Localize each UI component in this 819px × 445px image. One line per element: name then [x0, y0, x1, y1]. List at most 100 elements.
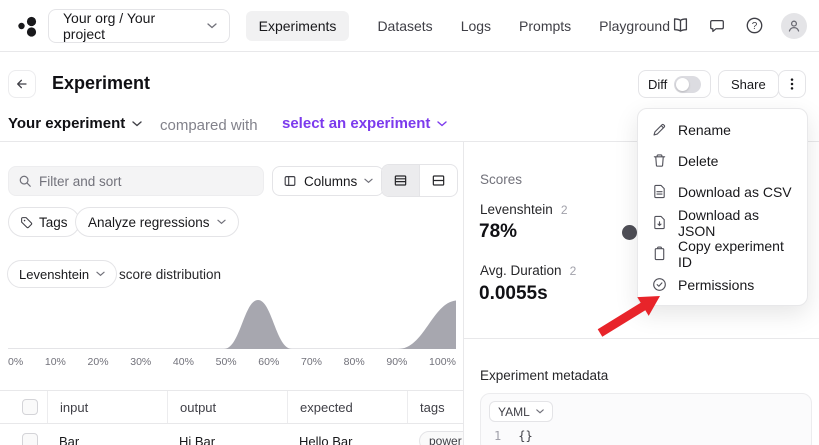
- x-tick: 80%: [343, 356, 365, 368]
- trash-icon: [652, 153, 667, 168]
- column-header-tags[interactable]: tags: [407, 391, 463, 423]
- top-nav: Your org / Your project Experiments Data…: [0, 0, 819, 52]
- feedback-button[interactable]: [707, 16, 727, 36]
- braintrust-logo-icon: [18, 16, 37, 37]
- table-row[interactable]: Bar Hi Bar Hello Bar power: [0, 424, 463, 445]
- tab-prompts[interactable]: Prompts: [519, 18, 571, 34]
- share-button[interactable]: Share: [718, 70, 779, 98]
- metric-avg-duration-value: 0.0055s: [479, 283, 548, 304]
- clipboard-icon: [652, 246, 667, 261]
- metadata-editor[interactable]: YAML 1 {}: [480, 393, 812, 445]
- metric-count-badge: 2: [569, 264, 577, 278]
- x-tick: 90%: [386, 356, 408, 368]
- menu-item-label: Download as JSON: [678, 206, 759, 239]
- experiment-selector-label: Your experiment: [8, 115, 126, 132]
- x-tick: 100%: [429, 356, 456, 368]
- x-tick: 20%: [87, 356, 109, 368]
- code-line: 1 {}: [489, 429, 803, 443]
- metric-count-badge: 2: [560, 203, 568, 217]
- diff-toggle-knob: [676, 77, 690, 91]
- chevron-down-icon: [206, 22, 217, 28]
- table-header-row: input output expected tags: [0, 391, 463, 423]
- select-all-checkbox[interactable]: [22, 399, 38, 415]
- chevron-down-icon: [132, 120, 142, 126]
- page-title: Experiment: [52, 73, 151, 93]
- cell-output[interactable]: Hi Bar: [167, 424, 287, 445]
- tag-icon: [21, 216, 33, 228]
- diff-toggle-track[interactable]: [674, 75, 701, 93]
- columns-button[interactable]: Columns: [272, 166, 385, 196]
- x-tick: 50%: [215, 356, 237, 368]
- menu-item-copy-experiment-id[interactable]: Copy experiment ID: [638, 237, 807, 270]
- tab-logs[interactable]: Logs: [461, 18, 491, 34]
- line-number: 1: [494, 429, 502, 443]
- project-switcher-label: Your org / Your project: [63, 9, 156, 42]
- tag-pill[interactable]: power: [419, 431, 463, 445]
- cell-expected[interactable]: Hello Bar: [287, 424, 407, 445]
- experiment-selector[interactable]: Your experiment: [8, 115, 142, 132]
- file-csv-icon: [652, 184, 667, 199]
- column-header-input[interactable]: input: [47, 391, 167, 423]
- menu-item-delete[interactable]: Delete: [638, 145, 807, 176]
- distribution-caption: score distribution: [119, 267, 222, 282]
- chat-icon: [710, 19, 724, 32]
- panel-divider: [463, 142, 464, 445]
- filter-search[interactable]: [8, 166, 264, 196]
- view-toggle-split[interactable]: [419, 165, 457, 196]
- diff-toggle[interactable]: Diff: [638, 70, 711, 98]
- book-open-icon: [673, 18, 687, 32]
- kebab-menu-button[interactable]: [778, 70, 806, 98]
- svg-text:?: ?: [751, 21, 757, 32]
- chevron-down-icon: [96, 271, 105, 277]
- comparison-experiment-selector[interactable]: select an experiment: [282, 115, 448, 132]
- back-button[interactable]: [8, 70, 36, 98]
- search-input[interactable]: [39, 173, 239, 189]
- experiment-actions-menu: Rename Delete Download as CSV Download a…: [637, 108, 808, 306]
- menu-item-permissions[interactable]: Permissions: [638, 269, 807, 300]
- distribution-area-icon: [224, 300, 456, 349]
- score-metric-select[interactable]: Levenshtein: [7, 260, 118, 288]
- menu-item-download-csv[interactable]: Download as CSV: [638, 176, 807, 207]
- help-button[interactable]: ?: [744, 16, 764, 36]
- column-header-output[interactable]: output: [167, 391, 287, 423]
- column-header-expected[interactable]: expected: [287, 391, 407, 423]
- x-tick: 60%: [258, 356, 280, 368]
- nav-tabs: Experiments Datasets Logs Prompts Playgr…: [245, 10, 670, 41]
- arrow-left-icon: [17, 79, 27, 89]
- cell-tags: power: [407, 424, 463, 445]
- docs-button[interactable]: [670, 16, 690, 36]
- cell-input[interactable]: Bar: [47, 424, 167, 445]
- results-panel: Columns Tags Analyze regressions Levensh…: [0, 142, 463, 445]
- x-tick: 70%: [300, 356, 322, 368]
- tab-datasets[interactable]: Datasets: [377, 18, 432, 34]
- pencil-icon: [652, 122, 667, 137]
- menu-item-rename[interactable]: Rename: [638, 114, 807, 145]
- x-axis-labels: 0% 10% 20% 30% 40% 50% 60% 70% 80% 90% 1…: [8, 356, 456, 368]
- tags-button[interactable]: Tags: [8, 207, 80, 237]
- chevron-down-icon: [216, 219, 226, 225]
- row-checkbox[interactable]: [22, 433, 38, 445]
- columns-icon: [284, 176, 296, 186]
- analyze-regressions-button[interactable]: Analyze regressions: [75, 207, 239, 237]
- menu-item-download-json[interactable]: Download as JSON: [638, 206, 807, 239]
- menu-item-label: Download as CSV: [678, 183, 792, 200]
- avatar[interactable]: [781, 12, 807, 39]
- metric-name-label: Levenshtein: [480, 202, 553, 217]
- tab-playground[interactable]: Playground: [599, 18, 670, 34]
- view-toggle-list[interactable]: [382, 165, 419, 196]
- diff-toggle-label: Diff: [648, 76, 668, 92]
- menu-item-label: Copy experiment ID: [678, 237, 784, 270]
- project-switcher[interactable]: Your org / Your project: [48, 8, 230, 43]
- menu-item-label: Rename: [678, 121, 731, 138]
- columns-label: Columns: [304, 173, 358, 189]
- tab-experiments[interactable]: Experiments: [245, 10, 350, 41]
- menu-item-label: Delete: [678, 152, 719, 169]
- chevron-down-icon: [364, 178, 373, 184]
- metadata-section-title: Experiment metadata: [480, 368, 609, 383]
- select-all-cell: [0, 391, 47, 423]
- x-tick: 0%: [8, 356, 24, 368]
- view-toggle-group: [381, 164, 458, 197]
- metric-avg-duration: Avg. Duration 2: [480, 263, 576, 278]
- format-select[interactable]: YAML: [489, 401, 553, 422]
- format-select-label: YAML: [498, 404, 530, 419]
